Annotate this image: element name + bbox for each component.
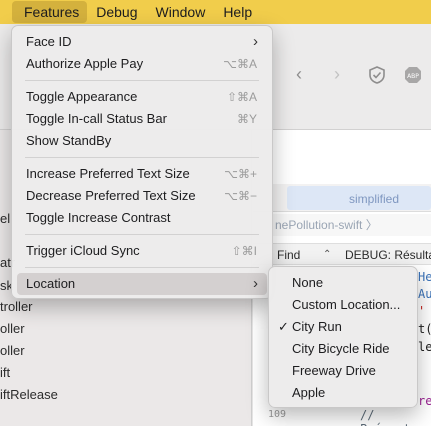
tab-simplified[interactable]: simplified [287, 186, 431, 210]
find-bar: Find ⌃ DEBUG: Résultat [253, 243, 431, 265]
location-option-apple[interactable]: Apple [274, 382, 412, 404]
menu-item-label: Authorize Apple Pay [26, 56, 144, 71]
list-item[interactable]: ift [0, 365, 10, 380]
menu-item-authorize-apple-pay[interactable]: Authorize Apple Pay ⌥⌘A [17, 53, 267, 75]
location-option-city-run[interactable]: ✓ City Run [274, 316, 412, 338]
chevron-right-icon: › [253, 33, 258, 50]
menu-item-label: Freeway Drive [292, 363, 376, 378]
menu-item-label: Show StandBy [26, 133, 112, 148]
chevron-right-icon: › [253, 275, 258, 292]
menu-item-label: Increase Preferred Text Size [26, 166, 190, 181]
menu-item-label: City Run [292, 319, 342, 334]
menu-item-label: Trigger iCloud Sync [26, 243, 140, 258]
list-item[interactable]: iftRelease [0, 387, 58, 402]
menu-item-show-standby[interactable]: Show StandBy [17, 130, 267, 152]
code-comment: // Présent [360, 408, 411, 426]
menu-item-location[interactable]: Location › [17, 273, 267, 295]
menu-item-toggle-increase-contrast[interactable]: Toggle Increase Contrast [17, 207, 267, 229]
location-submenu: None Custom Location... ✓ City Run City … [268, 266, 418, 408]
code-fragment: Au [418, 287, 431, 301]
menu-item-label: Location [26, 276, 76, 291]
location-option-city-bicycle-ride[interactable]: City Bicycle Ride [274, 338, 412, 360]
features-menu: Face ID › Authorize Apple Pay ⌥⌘A Toggle… [11, 25, 273, 299]
shield-check-icon[interactable] [367, 65, 387, 90]
menu-separator [25, 267, 259, 268]
location-option-custom[interactable]: Custom Location... [274, 294, 412, 316]
menu-item-label: None [292, 275, 324, 290]
code-fragment: ' [418, 304, 426, 318]
menu-item-decrease-text-size[interactable]: Decrease Preferred Text Size ⌥⌘− [17, 185, 267, 207]
menu-item-increase-text-size[interactable]: Increase Preferred Text Size ⌥⌘+ [17, 163, 267, 185]
adblock-icon[interactable]: ABP [403, 65, 423, 90]
code-fragment: re [418, 394, 431, 408]
menu-item-label: Apple [292, 385, 326, 400]
code-fragment: t( [418, 322, 431, 336]
menu-item-label: Custom Location... [292, 297, 401, 312]
svg-text:ABP: ABP [407, 73, 419, 80]
menu-item-shortcut: ⇧⌘A [226, 90, 257, 104]
menu-bar: Features Debug Window Help [0, 0, 431, 24]
breadcrumb[interactable]: nePollution-swift 〉 [253, 214, 431, 236]
location-option-freeway-drive[interactable]: Freeway Drive [274, 360, 412, 382]
find-mode-label[interactable]: Find [277, 244, 300, 266]
menu-separator [25, 80, 259, 81]
tab-label: simplified [349, 192, 400, 206]
menu-item-shortcut: ⌘Y [236, 112, 257, 126]
menu-debug[interactable]: Debug [87, 1, 146, 23]
menu-separator [25, 234, 259, 235]
menu-item-shortcut: ⌥⌘+ [224, 167, 257, 181]
list-item[interactable]: oller [0, 343, 25, 358]
forward-arrow-icon[interactable]: › [334, 64, 340, 85]
editor-tab-bar: ‹ › simplified [253, 184, 431, 212]
find-query[interactable]: DEBUG: Résultat [345, 244, 431, 266]
code-fragment: le [418, 340, 431, 354]
menu-item-shortcut: ⌥⌘− [224, 189, 257, 203]
menu-item-shortcut: ⌥⌘A [223, 57, 257, 71]
menu-item-label: Face ID [26, 34, 72, 49]
menu-item-face-id[interactable]: Face ID › [17, 31, 267, 53]
menu-item-label: Decrease Preferred Text Size [26, 188, 196, 203]
menu-help[interactable]: Help [214, 1, 261, 23]
menu-item-trigger-icloud-sync[interactable]: Trigger iCloud Sync ⇧⌘I [17, 240, 267, 262]
menu-item-label: City Bicycle Ride [292, 341, 390, 356]
menu-features[interactable]: Features [12, 1, 88, 23]
checkmark-icon: ✓ [278, 319, 289, 334]
code-fragment: He [418, 270, 431, 284]
list-item[interactable]: troller [0, 299, 33, 314]
menu-item-toggle-appearance[interactable]: Toggle Appearance ⇧⌘A [17, 86, 267, 108]
menu-item-label: Toggle Appearance [26, 89, 138, 104]
menu-item-toggle-in-call-status-bar[interactable]: Toggle In-call Status Bar ⌘Y [17, 108, 267, 130]
menu-item-label: Toggle Increase Contrast [26, 210, 171, 225]
chevron-updown-icon[interactable]: ⌃ [323, 244, 331, 266]
back-arrow-icon[interactable]: ‹ [296, 64, 302, 85]
line-number: 109 [268, 409, 287, 420]
menu-item-label: Toggle In-call Status Bar [26, 111, 167, 126]
menu-item-shortcut: ⇧⌘I [231, 244, 257, 258]
menu-separator [25, 157, 259, 158]
list-item[interactable]: el [0, 211, 10, 226]
menu-window[interactable]: Window [147, 1, 215, 23]
location-option-none[interactable]: None [274, 272, 412, 294]
list-item[interactable]: oller [0, 321, 25, 336]
